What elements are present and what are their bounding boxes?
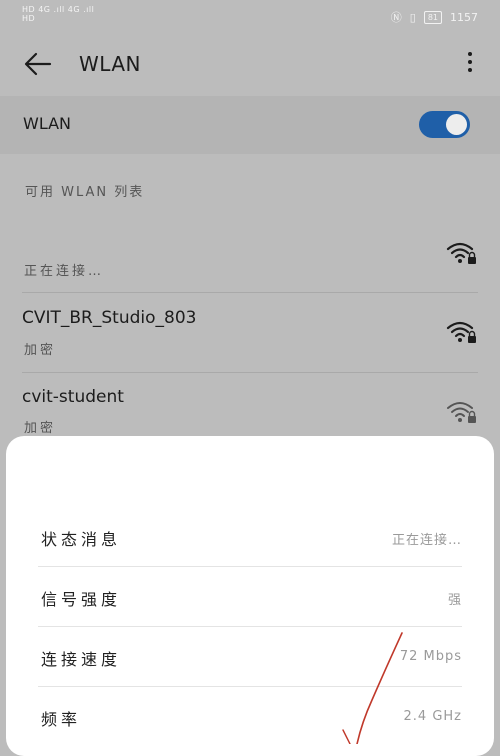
vibrate-icon: ▯ [409,10,416,24]
detail-value: 强 [447,593,462,608]
detail-value: 2.4 GHz [403,709,462,724]
detail-label: 信号强度 [41,590,122,609]
network-status: 加密 [24,421,57,436]
switch-knob [446,114,467,135]
detail-label: 状态消息 [41,530,122,549]
wifi-secured-icon [446,399,478,425]
signal-line-2: HD [22,14,36,23]
detail-label: 连接速度 [41,650,122,669]
network-status: 正在连接… [24,264,105,279]
wifi-secured-icon [446,319,478,345]
signal-indicators: HD 4G .ıll 4G .ıll HD [22,5,94,23]
wlan-switch[interactable] [419,111,470,138]
detail-row-frequency: 频率 2.4 GHz [38,686,462,746]
status-bar: HD 4G .ıll 4G .ıll HD Ⓝ ▯ 81 1157 [0,0,500,34]
arrow-left-icon[interactable] [22,48,54,80]
wlan-toggle-row[interactable]: WLAN [0,96,500,154]
signal-line-1: HD 4G .ıll 4G .ıll [22,5,95,14]
network-details-sheet: 状态消息 正在连接… 信号强度 强 连接速度 72 Mbps 频率 2.4 GH… [6,436,494,756]
network-name: cvit-student [22,387,124,407]
page-title: WLAN [79,52,142,76]
more-vertical-icon[interactable] [458,48,482,80]
detail-value: 正在连接… [391,533,462,548]
network-item[interactable]: CVIT_BR_Studio_803 加密 [0,293,500,372]
wlan-toggle-label: WLAN [23,114,72,133]
app-bar: WLAN [0,34,500,96]
detail-value: 72 Mbps [399,649,462,664]
section-title: 可用 WLAN 列表 [25,185,145,200]
detail-row-speed: 连接速度 72 Mbps [38,626,462,686]
network-status: 加密 [24,343,57,358]
detail-row-signal: 信号强度 强 [38,566,462,626]
wifi-secured-icon [446,240,478,266]
nfc-icon: Ⓝ [390,11,402,24]
network-name: CVIT_BR_Studio_803 [22,308,197,328]
detail-label: 频率 [41,710,82,729]
status-right: Ⓝ ▯ 81 1157 [391,9,478,25]
clock: 1157 [450,10,478,24]
detail-row-status: 状态消息 正在连接… [38,506,462,566]
battery-indicator: 81 [423,10,442,24]
